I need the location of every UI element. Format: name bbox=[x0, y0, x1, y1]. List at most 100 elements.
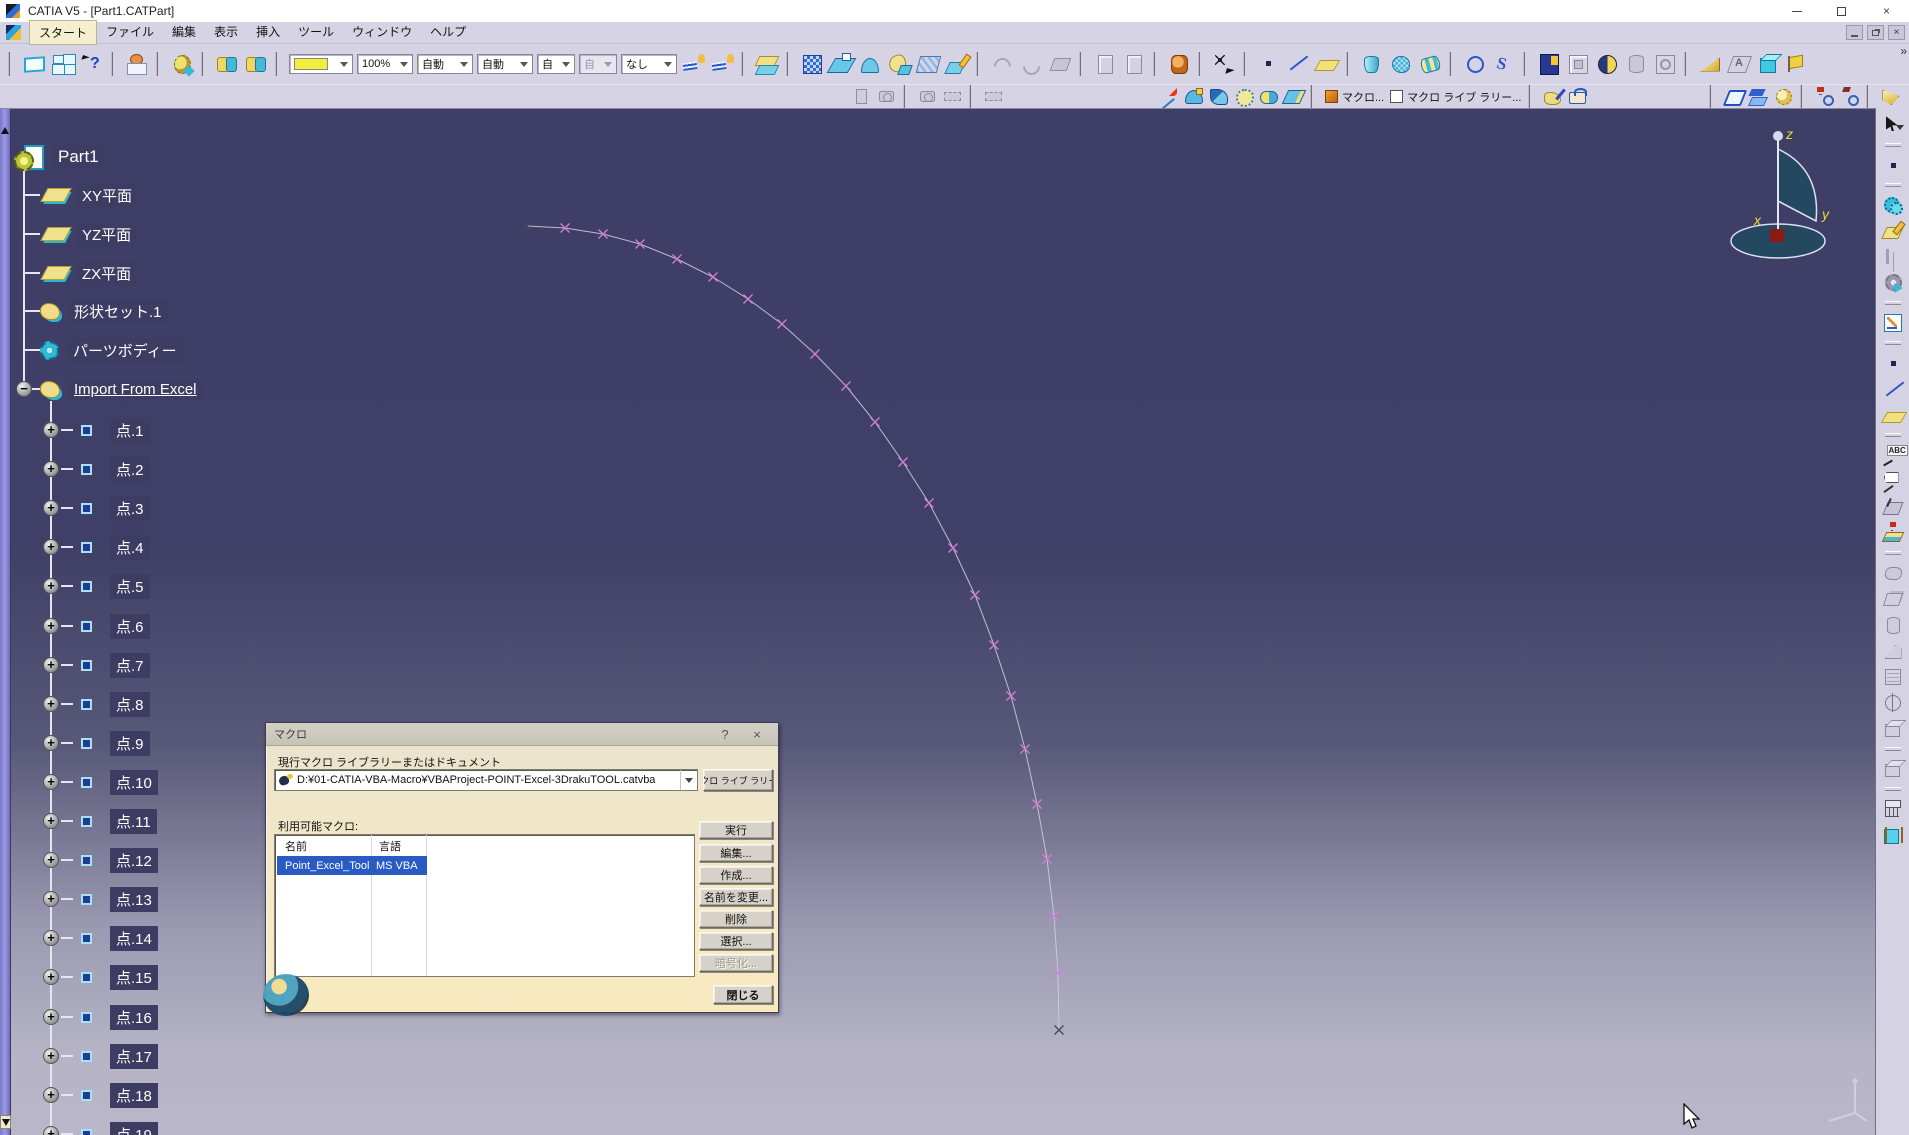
tree-item-点.15[interactable]: 点.15 bbox=[110, 965, 158, 990]
collapse-node-icon[interactable]: − bbox=[16, 381, 32, 397]
whats-this-help-icon[interactable] bbox=[80, 52, 105, 77]
tree-row[interactable]: XY平面 bbox=[40, 182, 138, 208]
sweep-surface-icon[interactable] bbox=[1208, 86, 1229, 107]
tree-item-点.17[interactable]: 点.17 bbox=[110, 1044, 158, 1069]
layer-combo[interactable]: なし bbox=[621, 54, 677, 74]
macro-list-row-selected[interactable]: Point_Excel_Tool MS VBA bbox=[277, 856, 427, 875]
point-style-combo[interactable]: 自 bbox=[537, 54, 575, 74]
picture-icon[interactable] bbox=[876, 86, 897, 107]
wireframe-surface-icon[interactable] bbox=[1723, 86, 1744, 107]
axis-system-icon[interactable] bbox=[1158, 86, 1179, 107]
sketch-tracer-icon[interactable] bbox=[755, 52, 780, 77]
tree-row[interactable]: 点.10 bbox=[81, 769, 158, 795]
tree-row[interactable]: 点.18 bbox=[81, 1082, 158, 1108]
tree-item-点.12[interactable]: 点.12 bbox=[110, 848, 158, 873]
expand-node-icon[interactable]: + bbox=[43, 735, 59, 751]
customize-tools-icon[interactable] bbox=[170, 52, 195, 77]
split-sphere-icon[interactable] bbox=[1595, 52, 1620, 77]
tree-item-点.3[interactable]: 点.3 bbox=[110, 496, 150, 521]
menu-item-表示[interactable]: 表示 bbox=[205, 20, 247, 45]
tree-row[interactable]: 点.11 bbox=[81, 808, 157, 834]
apply-material-icon[interactable] bbox=[1167, 52, 1192, 77]
expand-node-icon[interactable]: + bbox=[43, 1087, 59, 1103]
expand-node-icon[interactable]: + bbox=[43, 813, 59, 829]
join-icon[interactable] bbox=[1537, 52, 1562, 77]
combo-dropdown-icon[interactable] bbox=[680, 770, 697, 790]
tree-row[interactable]: 点.7 bbox=[81, 652, 150, 678]
tree-row[interactable]: 点.12 bbox=[81, 847, 158, 873]
combo-dropdown-icon[interactable] bbox=[558, 55, 574, 73]
tree-row[interactable]: 点.6 bbox=[81, 613, 150, 639]
dialog-button-名前を変更[interactable]: 名前を変更... bbox=[699, 888, 773, 906]
plane-icon[interactable] bbox=[1315, 52, 1340, 77]
search-icon[interactable] bbox=[215, 52, 240, 77]
flag-note-icon[interactable] bbox=[1785, 52, 1810, 77]
line-type-combo[interactable]: 自動 bbox=[477, 54, 533, 74]
graphic-color-combo[interactable] bbox=[289, 54, 353, 74]
offset-surface-icon[interactable] bbox=[1283, 86, 1304, 107]
point-icon[interactable] bbox=[1257, 52, 1282, 77]
expand-node-icon[interactable]: + bbox=[43, 1009, 59, 1025]
column-header-name[interactable]: 名前 bbox=[285, 838, 307, 854]
catalog-browser-icon[interactable] bbox=[1122, 52, 1147, 77]
tree-item-part1[interactable]: Part1 bbox=[52, 145, 105, 169]
dialog-button-選択[interactable]: 選択... bbox=[699, 932, 773, 950]
tree-row[interactable]: 点.9 bbox=[81, 730, 150, 756]
tree-item-点.19[interactable]: 点.19 bbox=[110, 1122, 158, 1135]
tree-row[interactable]: 点.17 bbox=[81, 1043, 158, 1069]
tree-item-点.10[interactable]: 点.10 bbox=[110, 770, 158, 795]
toolbar-overflow-chevron[interactable]: » bbox=[1900, 44, 1905, 58]
transparency-combo[interactable]: 100% bbox=[357, 54, 413, 74]
tree-item-点.16[interactable]: 点.16 bbox=[110, 1005, 158, 1030]
extract-wedge-icon[interactable] bbox=[1880, 86, 1901, 107]
tree-row[interactable]: 点.19 bbox=[81, 1121, 158, 1135]
tree-item-点.9[interactable]: 点.9 bbox=[110, 731, 150, 756]
grid-icon[interactable] bbox=[983, 86, 1004, 107]
tree-row[interactable]: 点.14 bbox=[81, 925, 158, 951]
line-weight-combo[interactable]: 自動 bbox=[417, 54, 473, 74]
fill-surface-icon[interactable] bbox=[1233, 86, 1254, 107]
tree-item-5[interactable]: パーツボディー bbox=[67, 338, 183, 363]
dialog-button-実行[interactable]: 実行 bbox=[699, 821, 773, 839]
macro-libraries-button[interactable]: マクロ ライブ ラリー... bbox=[1390, 89, 1521, 105]
scroll-up-icon[interactable] bbox=[1, 127, 9, 134]
tree-row[interactable]: 点.16 bbox=[81, 1004, 158, 1030]
window-close-button[interactable]: × bbox=[1864, 0, 1909, 22]
viewport[interactable]: z y x Part1XY平面YZ平面ZX平面形状セット.1パーツボディー−Im… bbox=[0, 108, 1909, 1135]
net-ball-icon[interactable] bbox=[1773, 86, 1794, 107]
mail-icon[interactable] bbox=[22, 52, 47, 77]
combo-dropdown-icon[interactable] bbox=[660, 55, 676, 73]
macro-list[interactable]: 名前 言語 Point_Excel_Tool MS VBA bbox=[274, 834, 695, 977]
macro-library-combo[interactable]: D:¥01-CATIA-VBA-Macro¥VBAProject-POINT-E… bbox=[274, 769, 698, 791]
tree-row[interactable]: 点.1 bbox=[81, 417, 150, 443]
window-minimize-button[interactable] bbox=[1774, 0, 1819, 22]
expand-node-icon[interactable]: + bbox=[43, 1048, 59, 1064]
trim-icon[interactable] bbox=[1624, 52, 1649, 77]
edit-macro-icon[interactable] bbox=[1542, 86, 1563, 107]
album-icon[interactable] bbox=[942, 86, 963, 107]
sketcher-icon[interactable] bbox=[1212, 52, 1237, 77]
combo-dropdown-icon[interactable] bbox=[516, 55, 532, 73]
tree-item-2[interactable]: YZ平面 bbox=[76, 222, 137, 247]
close-button[interactable]: 閉じる bbox=[713, 985, 773, 1004]
checkered-surface-icon[interactable] bbox=[800, 52, 825, 77]
undo-icon[interactable] bbox=[990, 52, 1015, 77]
dialog-button-編集[interactable]: 編集... bbox=[699, 844, 773, 862]
combo-dropdown-icon[interactable] bbox=[456, 55, 472, 73]
sphere-surface-icon[interactable] bbox=[1389, 52, 1414, 77]
menu-item-ツール[interactable]: ツール bbox=[289, 20, 343, 45]
window-maximize-button[interactable] bbox=[1819, 0, 1864, 22]
hatch-plane-icon[interactable] bbox=[916, 52, 941, 77]
column-header-language[interactable]: 言語 bbox=[379, 838, 401, 854]
tree-item-点.18[interactable]: 点.18 bbox=[110, 1083, 158, 1108]
extract-icon[interactable] bbox=[1698, 52, 1723, 77]
tree-item-点.5[interactable]: 点.5 bbox=[110, 574, 150, 599]
tree-item-点.14[interactable]: 点.14 bbox=[110, 926, 158, 951]
send-receive-icon[interactable] bbox=[51, 52, 76, 77]
menu-item-編集[interactable]: 編集 bbox=[163, 20, 205, 45]
macro-libraries-dialog-button[interactable]: マクロ ライブ ラリー... bbox=[703, 769, 773, 791]
tree-row[interactable]: YZ平面 bbox=[40, 221, 137, 247]
datum-point-icon[interactable] bbox=[1814, 86, 1835, 107]
macros-button[interactable]: マクロ... bbox=[1325, 89, 1384, 105]
line-icon[interactable] bbox=[1286, 52, 1311, 77]
